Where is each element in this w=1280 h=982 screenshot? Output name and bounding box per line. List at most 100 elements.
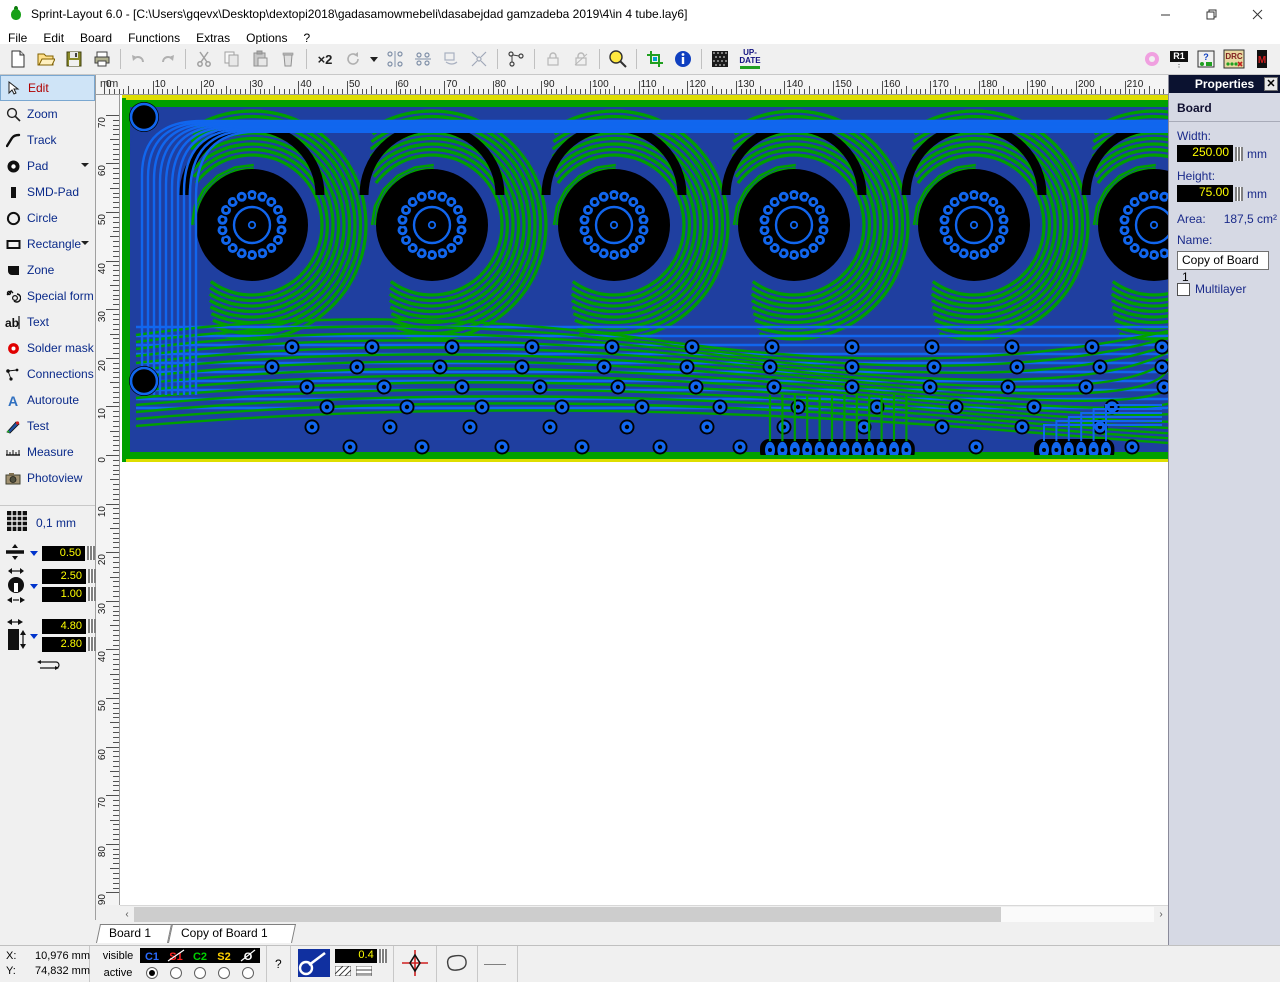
tool-zone[interactable]: Zone <box>0 257 95 283</box>
board-canvas[interactable] <box>120 95 1168 905</box>
search-button[interactable] <box>605 46 631 72</box>
tab-copy-of-board-1[interactable]: Copy of Board 1 <box>168 924 296 943</box>
horizontal-scrollbar[interactable]: ‹ › <box>120 905 1168 922</box>
redo-button[interactable] <box>154 46 180 72</box>
tool-zoom[interactable]: Zoom <box>0 101 95 127</box>
restore-button[interactable] <box>1188 0 1234 28</box>
pad-drill-spinner[interactable] <box>88 587 96 601</box>
smd-height-spinner[interactable] <box>88 637 96 651</box>
crop-board-button[interactable] <box>642 46 668 72</box>
layer-help-button[interactable]: ? <box>267 946 291 982</box>
layer-active-s2[interactable] <box>212 967 236 979</box>
hatch-fill-icon[interactable] <box>335 965 351 979</box>
mirror-vertical-button[interactable] <box>410 46 436 72</box>
flip-button[interactable] <box>438 46 464 72</box>
pad-outer-value[interactable]: 2.50 <box>42 569 86 584</box>
chevron-down-icon[interactable] <box>81 163 89 167</box>
tool-measure[interactable]: Measure <box>0 439 95 465</box>
tool-solder-mask[interactable]: Solder mask <box>0 335 95 361</box>
track-width-status-value[interactable]: 0.4 <box>335 949 377 963</box>
save-button[interactable] <box>61 46 87 72</box>
board-height-input[interactable]: 75.00 <box>1177 185 1233 202</box>
layer-active-c1[interactable] <box>140 967 164 979</box>
macro-button[interactable]: M <box>1249 46 1275 72</box>
tool-test[interactable]: Test <box>0 413 95 439</box>
connections-button[interactable] <box>503 46 529 72</box>
layer-visible-s1[interactable]: S1 <box>164 948 188 963</box>
board-height-spinner[interactable] <box>1235 187 1243 201</box>
multilayer-checkbox[interactable] <box>1177 283 1190 296</box>
crosshair-icon[interactable] <box>400 948 430 981</box>
undo-button[interactable] <box>126 46 152 72</box>
layer-active-s1[interactable] <box>164 967 188 979</box>
unlock-button[interactable] <box>568 46 594 72</box>
board-width-spinner[interactable] <box>1235 147 1243 161</box>
mirror-horizontal-button[interactable] <box>382 46 408 72</box>
lock-button[interactable] <box>540 46 566 72</box>
smd-width-spinner[interactable] <box>88 619 96 633</box>
open-file-button[interactable] <box>33 46 59 72</box>
tool-photoview[interactable]: Photoview <box>0 465 95 491</box>
minimize-button[interactable] <box>1142 0 1188 28</box>
track-width-spinner[interactable] <box>87 546 95 560</box>
track-mode-icon[interactable] <box>297 948 331 981</box>
scrollbar-track[interactable] <box>134 907 1154 922</box>
shrink-button[interactable] <box>466 46 492 72</box>
solder-pad-button[interactable] <box>1139 46 1165 72</box>
track-width-dropdown[interactable] <box>30 551 38 556</box>
track-width-status-spinner[interactable] <box>379 949 387 963</box>
tool-track[interactable]: Track <box>0 127 95 153</box>
tool-rectangle[interactable]: Rectangle <box>0 231 95 257</box>
photoview-button[interactable] <box>707 46 733 72</box>
layer-active-o[interactable] <box>236 967 260 979</box>
tool-edit[interactable]: Edit <box>0 75 95 101</box>
thermal-relief-icon[interactable] <box>356 965 372 979</box>
rotate-button[interactable] <box>340 46 366 72</box>
scrollbar-thumb[interactable] <box>134 907 1001 922</box>
close-button[interactable] <box>1234 0 1280 28</box>
delete-button[interactable] <box>275 46 301 72</box>
new-file-button[interactable] <box>5 46 31 72</box>
board-name-input[interactable]: Copy of Board 1 <box>1177 251 1269 270</box>
scroll-right-button[interactable]: › <box>1154 907 1168 922</box>
info-button[interactable] <box>670 46 696 72</box>
cut-button[interactable] <box>191 46 217 72</box>
crosshair-cell[interactable] <box>394 946 437 982</box>
update-button[interactable]: UP- DATE <box>735 46 765 72</box>
rubberband-icon[interactable] <box>443 951 471 978</box>
tool-smd-pad[interactable]: SMD-Pad <box>0 179 95 205</box>
layer-active-c2[interactable] <box>188 967 212 979</box>
tool-pad[interactable]: Pad <box>0 153 95 179</box>
tool-connections[interactable]: Connections <box>0 361 95 387</box>
chevron-down-icon[interactable] <box>81 241 89 245</box>
pad-size-dropdown[interactable] <box>30 584 38 589</box>
print-button[interactable] <box>89 46 115 72</box>
smd-size-dropdown[interactable] <box>30 634 38 639</box>
rotate-dropdown-arrow[interactable] <box>368 46 380 72</box>
copy-button[interactable] <box>219 46 245 72</box>
tool-circle[interactable]: Circle <box>0 205 95 231</box>
layer-visible-s2[interactable]: S2 <box>212 948 236 963</box>
smd-width-value[interactable]: 4.80 <box>42 619 86 634</box>
grid-setting[interactable]: 0,1 mm <box>0 505 95 539</box>
smd-height-value[interactable]: 2.80 <box>42 637 86 652</box>
properties-close-button[interactable]: ✕ <box>1264 77 1278 91</box>
tool-text[interactable]: ab Text <box>0 309 95 335</box>
layer-visible-c2[interactable]: C2 <box>188 948 212 963</box>
layer-visible-c1[interactable]: C1 <box>140 948 164 963</box>
rubberband-cell[interactable] <box>437 946 478 982</box>
pad-outer-spinner[interactable] <box>88 569 96 583</box>
layer-visible-o[interactable]: O <box>236 948 260 963</box>
tool-special-form[interactable]: Special form <box>0 283 95 309</box>
drc-button[interactable]: DRC <box>1221 46 1247 72</box>
scroll-left-button[interactable]: ‹ <box>120 907 134 922</box>
track-width-value[interactable]: 0.50 <box>42 546 85 561</box>
swap-dimensions-button[interactable] <box>0 659 95 671</box>
duplicate-x2-button[interactable]: ×2 <box>312 46 338 72</box>
pad-drill-value[interactable]: 1.00 <box>42 587 86 602</box>
board-width-input[interactable]: 250.00 <box>1177 145 1233 162</box>
help-tooltip-button[interactable]: ? <box>1193 46 1219 72</box>
tab-board-1[interactable]: Board 1 <box>96 924 172 943</box>
paste-button[interactable] <box>247 46 273 72</box>
designator-button[interactable]: R1 ⋮ <box>1167 46 1191 72</box>
